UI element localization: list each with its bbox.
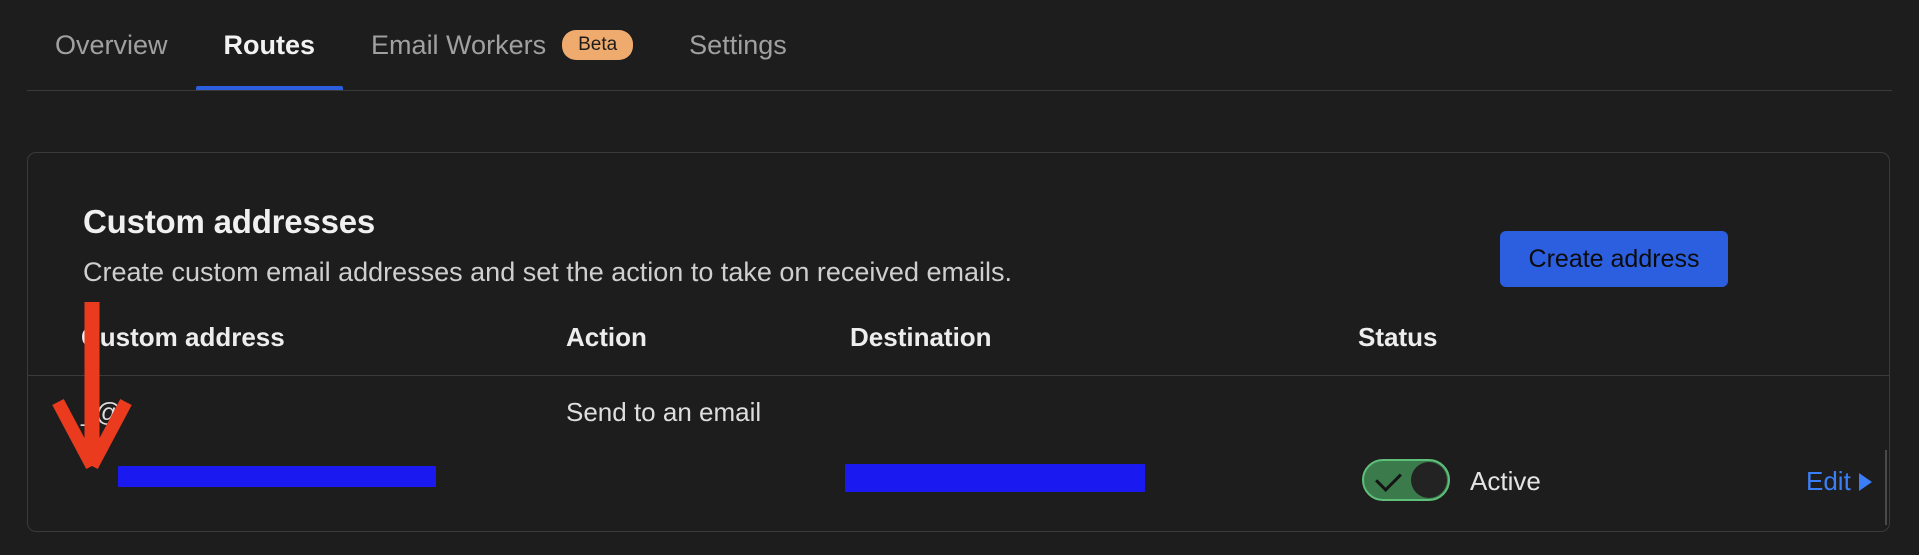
tab-email-workers-label: Email Workers [371,29,547,60]
check-icon [1375,465,1402,492]
column-header-status: Status [1358,322,1438,352]
card-header: Custom addresses Create custom email add… [28,153,1889,305]
cell-action: Send to an email [566,397,762,427]
tab-overview-label: Overview [55,29,168,60]
tab-routes[interactable]: Routes [195,0,344,90]
edit-link[interactable]: Edit [1806,466,1872,497]
redaction-bar-destination [845,464,1145,492]
tab-settings[interactable]: Settings [661,0,815,90]
tab-overview[interactable]: Overview [27,0,196,90]
page-title: Custom addresses [83,203,376,240]
beta-badge: Beta [562,30,634,60]
tab-list: Overview Routes Email Workers Beta Setti… [27,0,815,90]
column-header-destination: Destination [850,322,992,352]
create-address-button[interactable]: Create address [1500,231,1728,287]
row-right-rule [1885,450,1887,525]
column-header-custom-address: Custom address [81,322,285,352]
tab-email-workers[interactable]: Email Workers Beta [343,0,661,90]
edit-link-label: Edit [1806,466,1851,496]
tab-bar-divider [27,90,1892,91]
caret-right-icon [1858,472,1872,491]
tab-routes-label: Routes [223,29,316,60]
status-badge: Active [1470,466,1541,496]
tab-settings-label: Settings [689,29,787,60]
custom-addresses-table: Custom address Action Destination Status… [28,305,1889,455]
tab-bar: Overview Routes Email Workers Beta Setti… [0,0,1919,92]
column-header-action: Action [566,322,647,352]
card-description: Create custom email addresses and set th… [83,257,1012,287]
table-header-row: Custom address Action Destination Status [28,305,1889,376]
table-row: _@ Send to an email [28,375,1889,455]
redaction-bar-custom-address [118,466,436,487]
status-toggle[interactable] [1362,459,1450,501]
toggle-knob [1411,462,1447,498]
cell-custom-address: _@ [81,397,122,427]
